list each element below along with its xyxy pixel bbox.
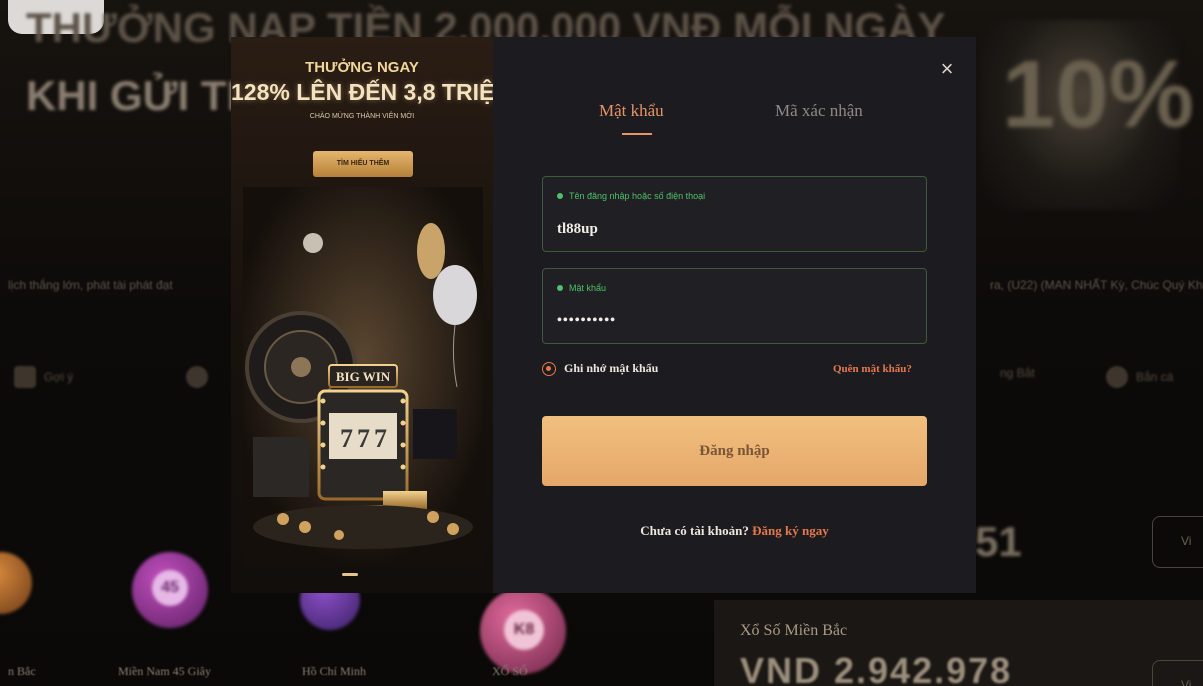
tab-verification-code[interactable]: Mã xác nhận: [775, 101, 863, 121]
register-link[interactable]: Đăng ký ngay: [752, 523, 829, 538]
bg-ticker-left: lịch thắng lớn, phát tài phát đạt: [8, 278, 173, 292]
login-modal: × Mật khẩu Mã xác nhận Tên đăng nhập hoặ…: [493, 37, 976, 593]
register-question: Chưa có tài khoản?: [640, 523, 753, 538]
ball-45-label: 45: [152, 570, 188, 606]
bg-nav-shooting[interactable]: ng Bắt: [1000, 366, 1035, 380]
ball-k8-label: K8: [504, 610, 544, 650]
status-dot-icon: [557, 285, 563, 291]
carousel-indicator[interactable]: [342, 573, 358, 576]
username-label: Tên đăng nhập hoặc số điện thoại: [569, 191, 706, 201]
bg-nav-suggest[interactable]: Gợi ý: [14, 366, 73, 388]
bg-lottery-amount: VND 2.942.978: [740, 650, 1013, 686]
promo-welcome: CHÀO MỪNG THÀNH VIÊN MỚI: [309, 113, 415, 120]
status-dot-icon: [557, 193, 563, 199]
remember-password-label: Ghi nhớ mật khẩu: [564, 361, 659, 375]
bg-lottery-title: Xổ Số Miền Bắc: [740, 622, 848, 639]
password-label: Mật khẩu: [569, 283, 607, 293]
bg-big-number: 51: [975, 518, 1022, 565]
slot-machine-illustration: BIG WIN 7 7 7: [243, 187, 483, 567]
radio-selected-icon[interactable]: [542, 361, 556, 376]
tab-password[interactable]: Mật khẩu: [599, 101, 664, 121]
svg-text:7: 7: [340, 424, 353, 453]
bg-nav-fishing[interactable]: Bắn cá: [1106, 366, 1173, 388]
bg-ten-text: 10%: [1002, 41, 1195, 148]
active-tab-underline: [622, 133, 652, 135]
bg-nav-sports[interactable]: [186, 366, 216, 388]
bg-view-button[interactable]: Vi: [1152, 516, 1203, 568]
grid-icon: [14, 366, 36, 388]
svg-text:7: 7: [374, 424, 387, 453]
password-input[interactable]: [557, 309, 907, 333]
soccer-ball-icon: [186, 366, 208, 388]
bg-lottery-label: XỔ SỐ: [492, 664, 528, 678]
login-button[interactable]: Đăng nhập: [542, 416, 927, 486]
promo-kicker: THƯỞNG NGAY: [305, 59, 419, 76]
svg-text:7: 7: [357, 424, 370, 453]
bg-promo-10-percent: 10%: [980, 20, 1194, 210]
bg-lottery-label: Miền Nam 45 Giây: [118, 664, 211, 678]
promo-headline: 128% LÊN ĐẾN 3,8 TRIỆU: [231, 79, 493, 105]
register-row: Chưa có tài khoản? Đăng ký ngay: [493, 523, 976, 539]
promo-banner: THƯỞNG NGAY 128% LÊN ĐẾN 3,8 TRIỆU CHÀO …: [231, 37, 493, 593]
bg-lottery-ball-45[interactable]: 45: [132, 552, 208, 628]
username-field[interactable]: Tên đăng nhập hoặc số điện thoại: [542, 176, 927, 252]
bg-lottery-label: Hồ Chí Minh: [302, 664, 367, 678]
login-tabs: Mật khẩu Mã xác nhận: [493, 97, 976, 141]
bg-view-button-2[interactable]: Vi: [1152, 660, 1203, 686]
bg-lottery-ball-k8[interactable]: K8: [480, 588, 566, 674]
bg-ticker-right: ra, (U22) (MAN NHẤT Kỳ, Chúc Quý Khá: [990, 278, 1203, 292]
password-field[interactable]: Mật khẩu: [542, 268, 927, 344]
bg-lottery-label: n Bắc: [8, 664, 36, 678]
forgot-password-link[interactable]: Quên mật khẩu?: [833, 363, 912, 375]
big-win-sign: BIG WIN: [336, 369, 391, 384]
remember-password-toggle[interactable]: Ghi nhớ mật khẩu: [542, 361, 658, 376]
close-icon[interactable]: ×: [937, 58, 957, 80]
username-input[interactable]: [557, 217, 907, 241]
learn-more-button[interactable]: TÌM HIỂU THÊM: [313, 151, 413, 177]
fish-icon: [1106, 366, 1128, 388]
